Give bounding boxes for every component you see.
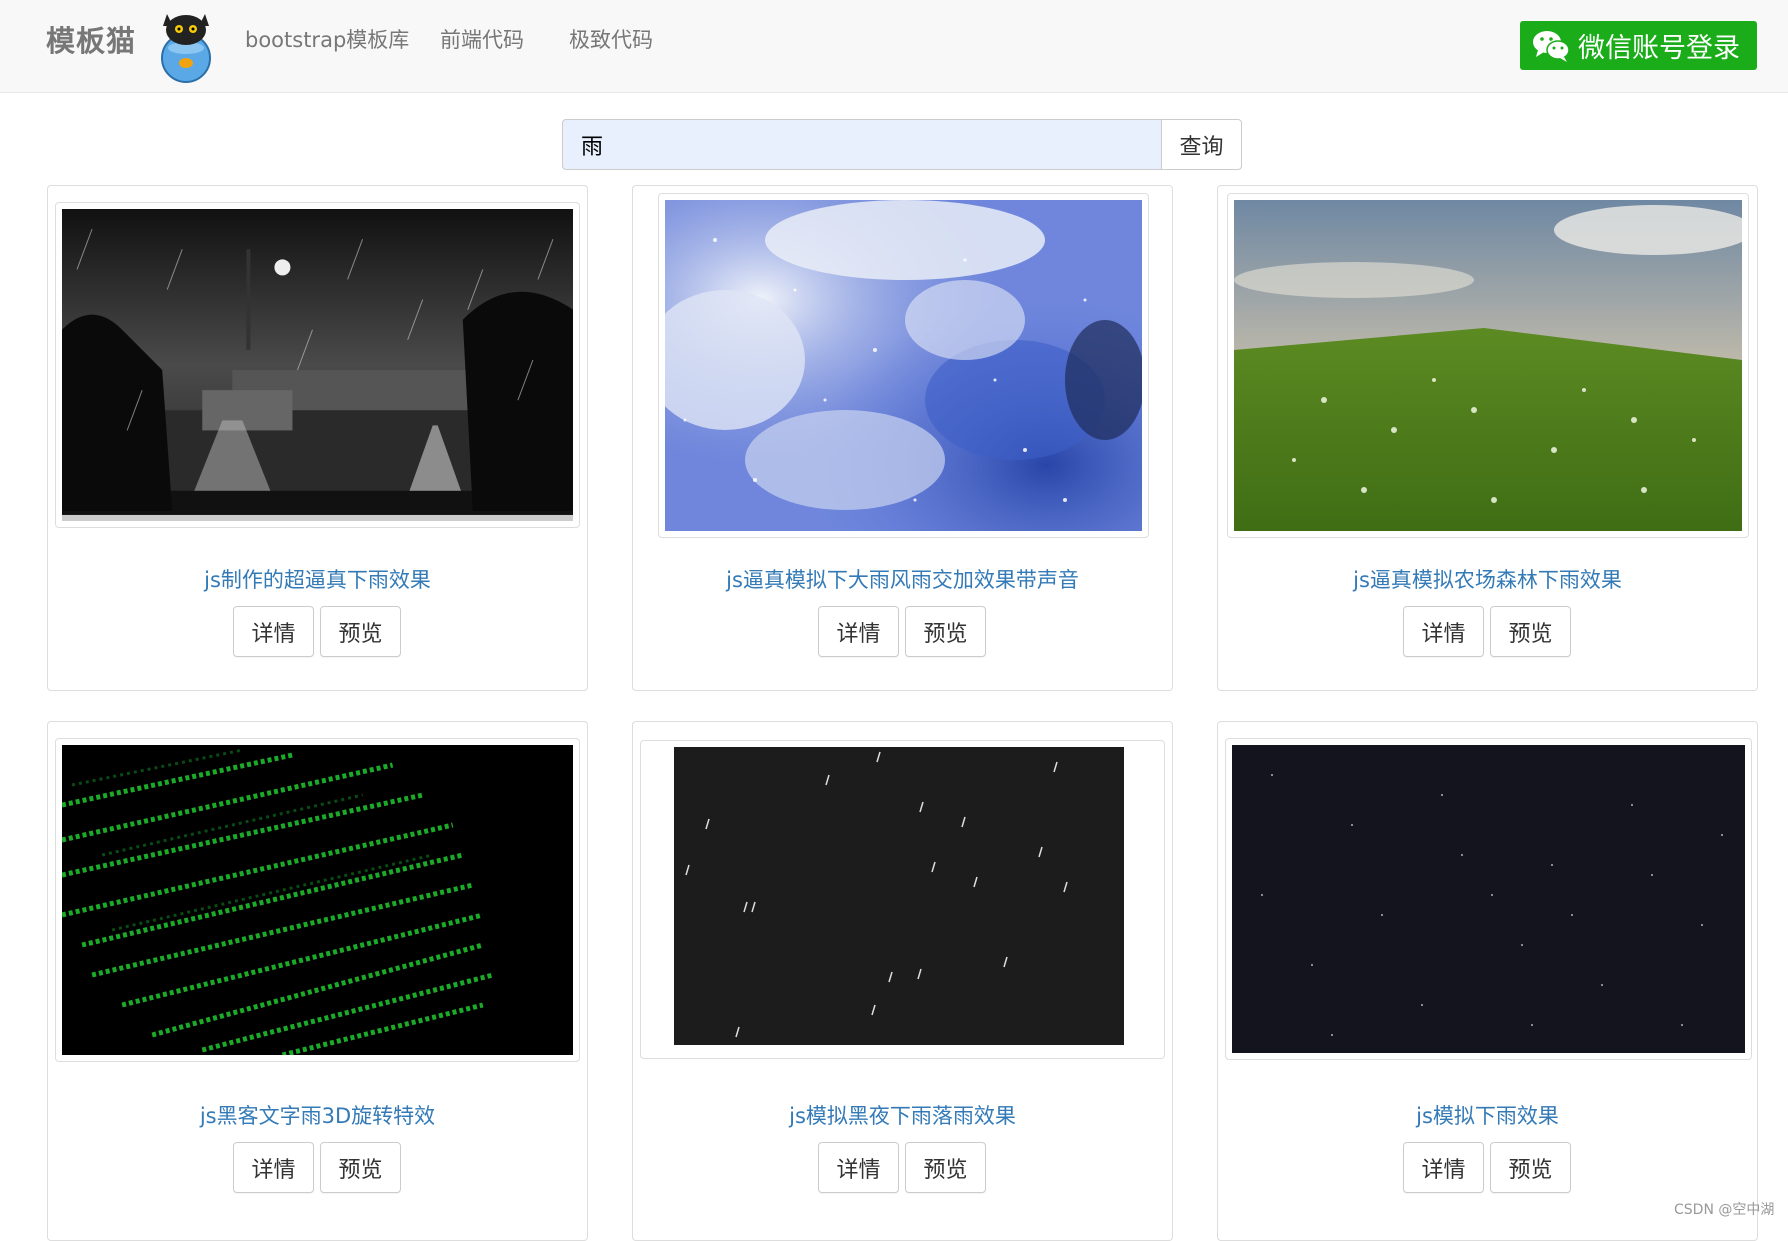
template-card: js模拟黑夜下雨落雨效果 详情 预览 <box>632 721 1173 1241</box>
night-rain-thumbnail <box>647 747 1158 1052</box>
detail-button[interactable]: 详情 <box>233 1142 314 1193</box>
template-card: js黑客文字雨3D旋转特效 详情 预览 <box>47 721 588 1241</box>
csdn-watermark: CSDN @空中湖 <box>1674 1202 1775 1218</box>
rain-stars-thumbnail <box>1232 745 1745 1053</box>
farm-rain-thumbnail <box>1234 200 1742 531</box>
template-card: js制作的超逼真下雨效果 详情 预览 <box>47 185 588 691</box>
preview-button[interactable]: 预览 <box>320 606 401 657</box>
cat-fishbowl-mascot-icon <box>161 14 211 83</box>
wechat-icon <box>1533 30 1570 62</box>
preview-button[interactable]: 预览 <box>1490 1142 1571 1193</box>
wechat-login-button[interactable]: 微信账号登录 <box>1520 21 1757 70</box>
card-thumbnail[interactable] <box>55 202 580 528</box>
card-thumbnail[interactable] <box>55 738 580 1062</box>
card-title[interactable]: js模拟下雨效果 <box>1218 1100 1757 1130</box>
template-card: js逼真模拟农场森林下雨效果 详情 预览 <box>1217 185 1758 691</box>
preview-button[interactable]: 预览 <box>905 1142 986 1193</box>
storm-clouds-thumbnail <box>665 200 1142 531</box>
detail-button[interactable]: 详情 <box>1403 1142 1484 1193</box>
nav-frontend-code[interactable]: 前端代码 <box>440 24 524 54</box>
template-card: js模拟下雨效果 详情 预览 <box>1217 721 1758 1241</box>
matrix-text-rain-thumbnail <box>62 745 573 1055</box>
detail-button[interactable]: 详情 <box>818 1142 899 1193</box>
search-input[interactable] <box>562 119 1162 170</box>
card-title[interactable]: js逼真模拟农场森林下雨效果 <box>1218 564 1757 594</box>
preview-button[interactable]: 预览 <box>320 1142 401 1193</box>
template-card: js逼真模拟下大雨风雨交加效果带声音 详情 预览 <box>632 185 1173 691</box>
preview-button[interactable]: 预览 <box>905 606 986 657</box>
preview-button[interactable]: 预览 <box>1490 606 1571 657</box>
card-title[interactable]: js逼真模拟下大雨风雨交加效果带声音 <box>633 564 1172 594</box>
card-thumbnail[interactable] <box>1225 738 1752 1060</box>
search-button[interactable]: 查询 <box>1161 119 1242 170</box>
card-thumbnail[interactable] <box>640 740 1165 1059</box>
brand-logo-text[interactable]: 模板猫 <box>46 18 136 60</box>
card-thumbnail[interactable] <box>658 193 1149 538</box>
detail-button[interactable]: 详情 <box>1403 606 1484 657</box>
detail-button[interactable]: 详情 <box>233 606 314 657</box>
card-title[interactable]: js制作的超逼真下雨效果 <box>48 564 587 594</box>
rain-city-thumbnail <box>62 209 573 521</box>
nav-bootstrap-templates[interactable]: bootstrap模板库 <box>245 24 409 54</box>
card-title[interactable]: js模拟黑夜下雨落雨效果 <box>633 1100 1172 1130</box>
detail-button[interactable]: 详情 <box>818 606 899 657</box>
card-thumbnail[interactable] <box>1227 193 1749 538</box>
top-navbar: 模板猫 bootstrap模板库 前端代码 极致代码 微信账号登录 <box>0 0 1788 93</box>
wechat-login-label: 微信账号登录 <box>1578 33 1740 64</box>
nav-ultimate-code[interactable]: 极致代码 <box>569 24 653 54</box>
card-title[interactable]: js黑客文字雨3D旋转特效 <box>48 1100 587 1130</box>
